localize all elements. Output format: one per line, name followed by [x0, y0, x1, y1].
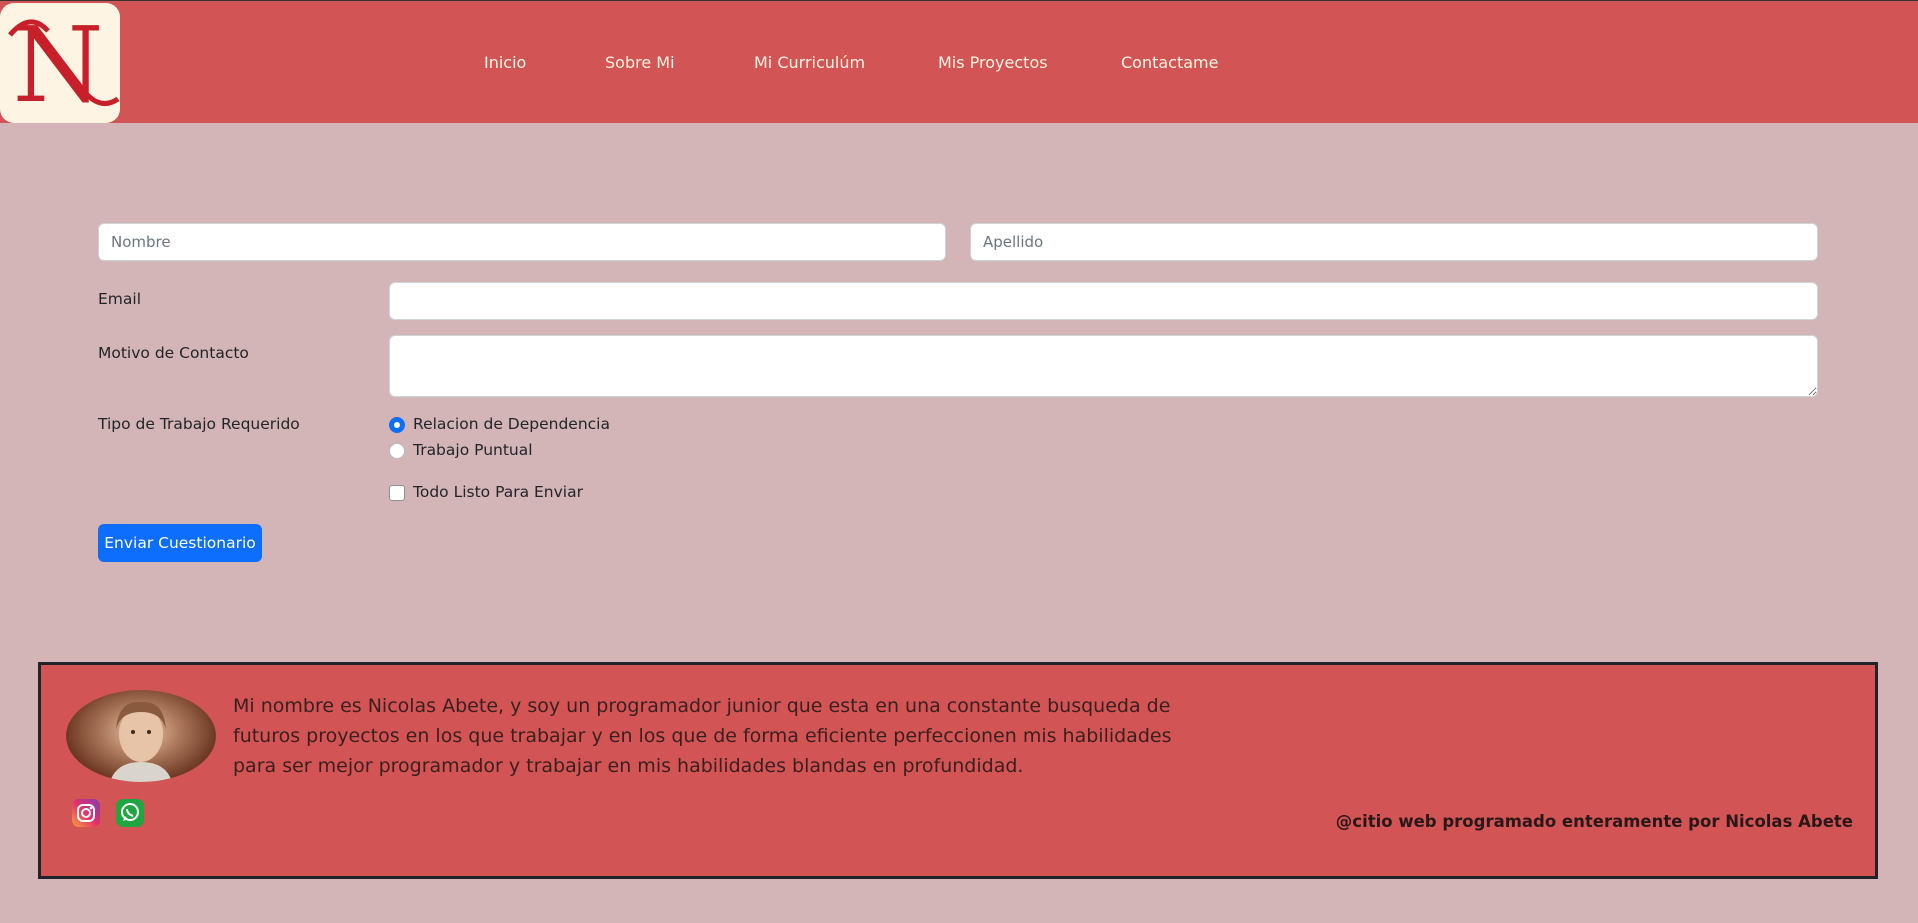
apellido-input[interactable] [970, 223, 1818, 261]
enviar-cuestionario-button[interactable]: Enviar Cuestionario [98, 524, 262, 562]
email-input[interactable] [389, 282, 1818, 320]
navbar: N Inicio Sobre Mi Mi Curriculúm Mis Proy… [0, 0, 1918, 123]
radio-trabajo-puntual-label[interactable]: Trabajo Puntual [413, 441, 533, 459]
whatsapp-icon[interactable] [116, 799, 144, 827]
radio-relacion-dependencia-label[interactable]: Relacion de Dependencia [413, 415, 610, 433]
motivo-textarea[interactable] [389, 335, 1818, 397]
profile-photo-icon [110, 701, 172, 782]
email-label: Email [98, 290, 142, 308]
logo-icon: N [8, 4, 120, 123]
nombre-input[interactable] [98, 223, 946, 261]
nav-item-curriculum[interactable]: Mi Curriculúm [754, 53, 865, 72]
bio-text: Mi nombre es Nicolas Abete, y soy un pro… [233, 695, 1172, 777]
avatar [66, 690, 216, 782]
nav-item-inicio[interactable]: Inicio [484, 53, 526, 72]
logo[interactable]: N [0, 3, 120, 123]
nav-item-contactame[interactable]: Contactame [1121, 53, 1218, 72]
motivo-label: Motivo de Contacto [98, 344, 249, 362]
credit-text: @citio web programado enteramente por Ni… [1335, 812, 1853, 831]
radio-trabajo-puntual[interactable] [389, 443, 405, 459]
todo-listo-label[interactable]: Todo Listo Para Enviar [413, 483, 583, 501]
instagram-icon[interactable] [72, 799, 100, 827]
nav-item-sobre-mi[interactable]: Sobre Mi [605, 53, 675, 72]
todo-listo-checkbox[interactable] [389, 485, 405, 501]
footer: Mi nombre es Nicolas Abete, y soy un pro… [38, 662, 1878, 879]
tipo-trabajo-label: Tipo de Trabajo Requerido [98, 415, 300, 433]
nav-item-proyectos[interactable]: Mis Proyectos [938, 53, 1048, 72]
radio-relacion-dependencia[interactable] [389, 417, 405, 433]
